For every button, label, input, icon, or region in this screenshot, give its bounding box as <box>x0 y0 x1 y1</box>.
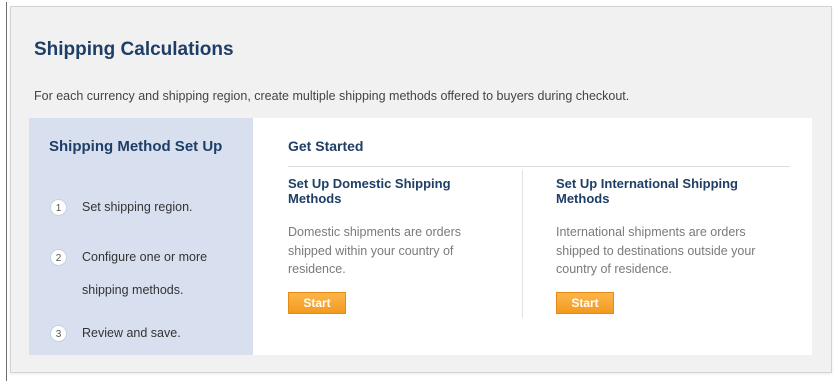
step-2-number-badge: 2 <box>50 249 67 266</box>
step-3-number-badge: 3 <box>50 325 67 342</box>
domestic-description: Domestic shipments are orders shipped wi… <box>288 225 461 276</box>
international-shipping-column: Set Up International Shipping Methods In… <box>556 176 786 314</box>
steps-title: Shipping Method Set Up <box>49 138 223 155</box>
domestic-shipping-column: Set Up Domestic Shipping Methods Domesti… <box>288 176 503 314</box>
column-divider <box>522 170 523 318</box>
page-description: For each currency and shipping region, c… <box>34 89 630 103</box>
setup-panel: Shipping Method Set Up 1 Set shipping re… <box>29 118 812 355</box>
international-title: Set Up International Shipping Methods <box>556 176 738 206</box>
international-description: International shipments are orders shipp… <box>556 225 756 276</box>
domestic-start-button[interactable]: Start <box>288 291 346 314</box>
step-1-number-badge: 1 <box>50 199 67 216</box>
get-started-section: Get Started Set Up Domestic Shipping Met… <box>253 118 812 355</box>
step-3-label: Review and save. <box>82 326 181 340</box>
step-2-label: Configure one or more <box>82 250 208 264</box>
step-1-label: Set shipping region. <box>82 200 193 214</box>
step-2-label-continued: shipping methods. <box>82 283 184 297</box>
window-edge-line <box>6 2 7 381</box>
domestic-title: Set Up Domestic Shipping Methods <box>288 176 451 206</box>
get-started-heading: Get Started <box>288 138 364 154</box>
page-title: Shipping Calculations <box>34 39 234 60</box>
steps-sidebar: Shipping Method Set Up 1 Set shipping re… <box>29 118 253 355</box>
section-divider <box>288 166 790 167</box>
international-start-button[interactable]: Start <box>556 291 614 314</box>
shipping-calculations-card: Shipping Calculations For each currency … <box>10 6 832 373</box>
